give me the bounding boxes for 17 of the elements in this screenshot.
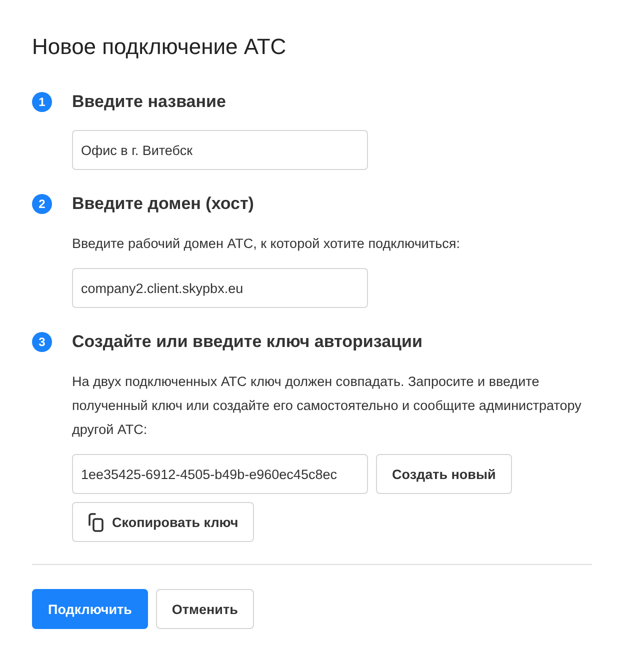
- step-description: На двух подключенных АТС ключ должен совпадать. Запросите и введите полученный ключ или создайте его самостоятельно и сообщите администратору другой АТС:: [72, 373, 582, 439]
- connect-button[interactable]: Подключить: [32, 589, 148, 629]
- step-number: 3: [32, 332, 52, 352]
- text-field[interactable]: Офис в г. Витебск: [72, 130, 368, 170]
- step-description: Введите рабочий домен АТС, к которой хотите подключиться:: [72, 235, 461, 253]
- step-title: Введите домен (хост): [72, 193, 254, 215]
- copy-icon: [88, 512, 104, 532]
- step-title: Создайте или введите ключ авторизации: [72, 331, 422, 353]
- cancel-button[interactable]: Отменить: [156, 589, 254, 629]
- dialog-title: Новое подключение АТС: [32, 33, 288, 61]
- step-number: 2: [32, 194, 52, 214]
- step-title: Введите название: [72, 91, 226, 113]
- text-field[interactable]: 1ee35425-6912-4505-b49b-e960ec45c8ec: [72, 454, 368, 494]
- copy-button[interactable]: Скопировать ключ: [72, 502, 254, 542]
- create-button[interactable]: Создать новый: [376, 454, 512, 494]
- text-field[interactable]: company2.client.skypbx.eu: [72, 268, 368, 308]
- step-number: 1: [32, 92, 52, 112]
